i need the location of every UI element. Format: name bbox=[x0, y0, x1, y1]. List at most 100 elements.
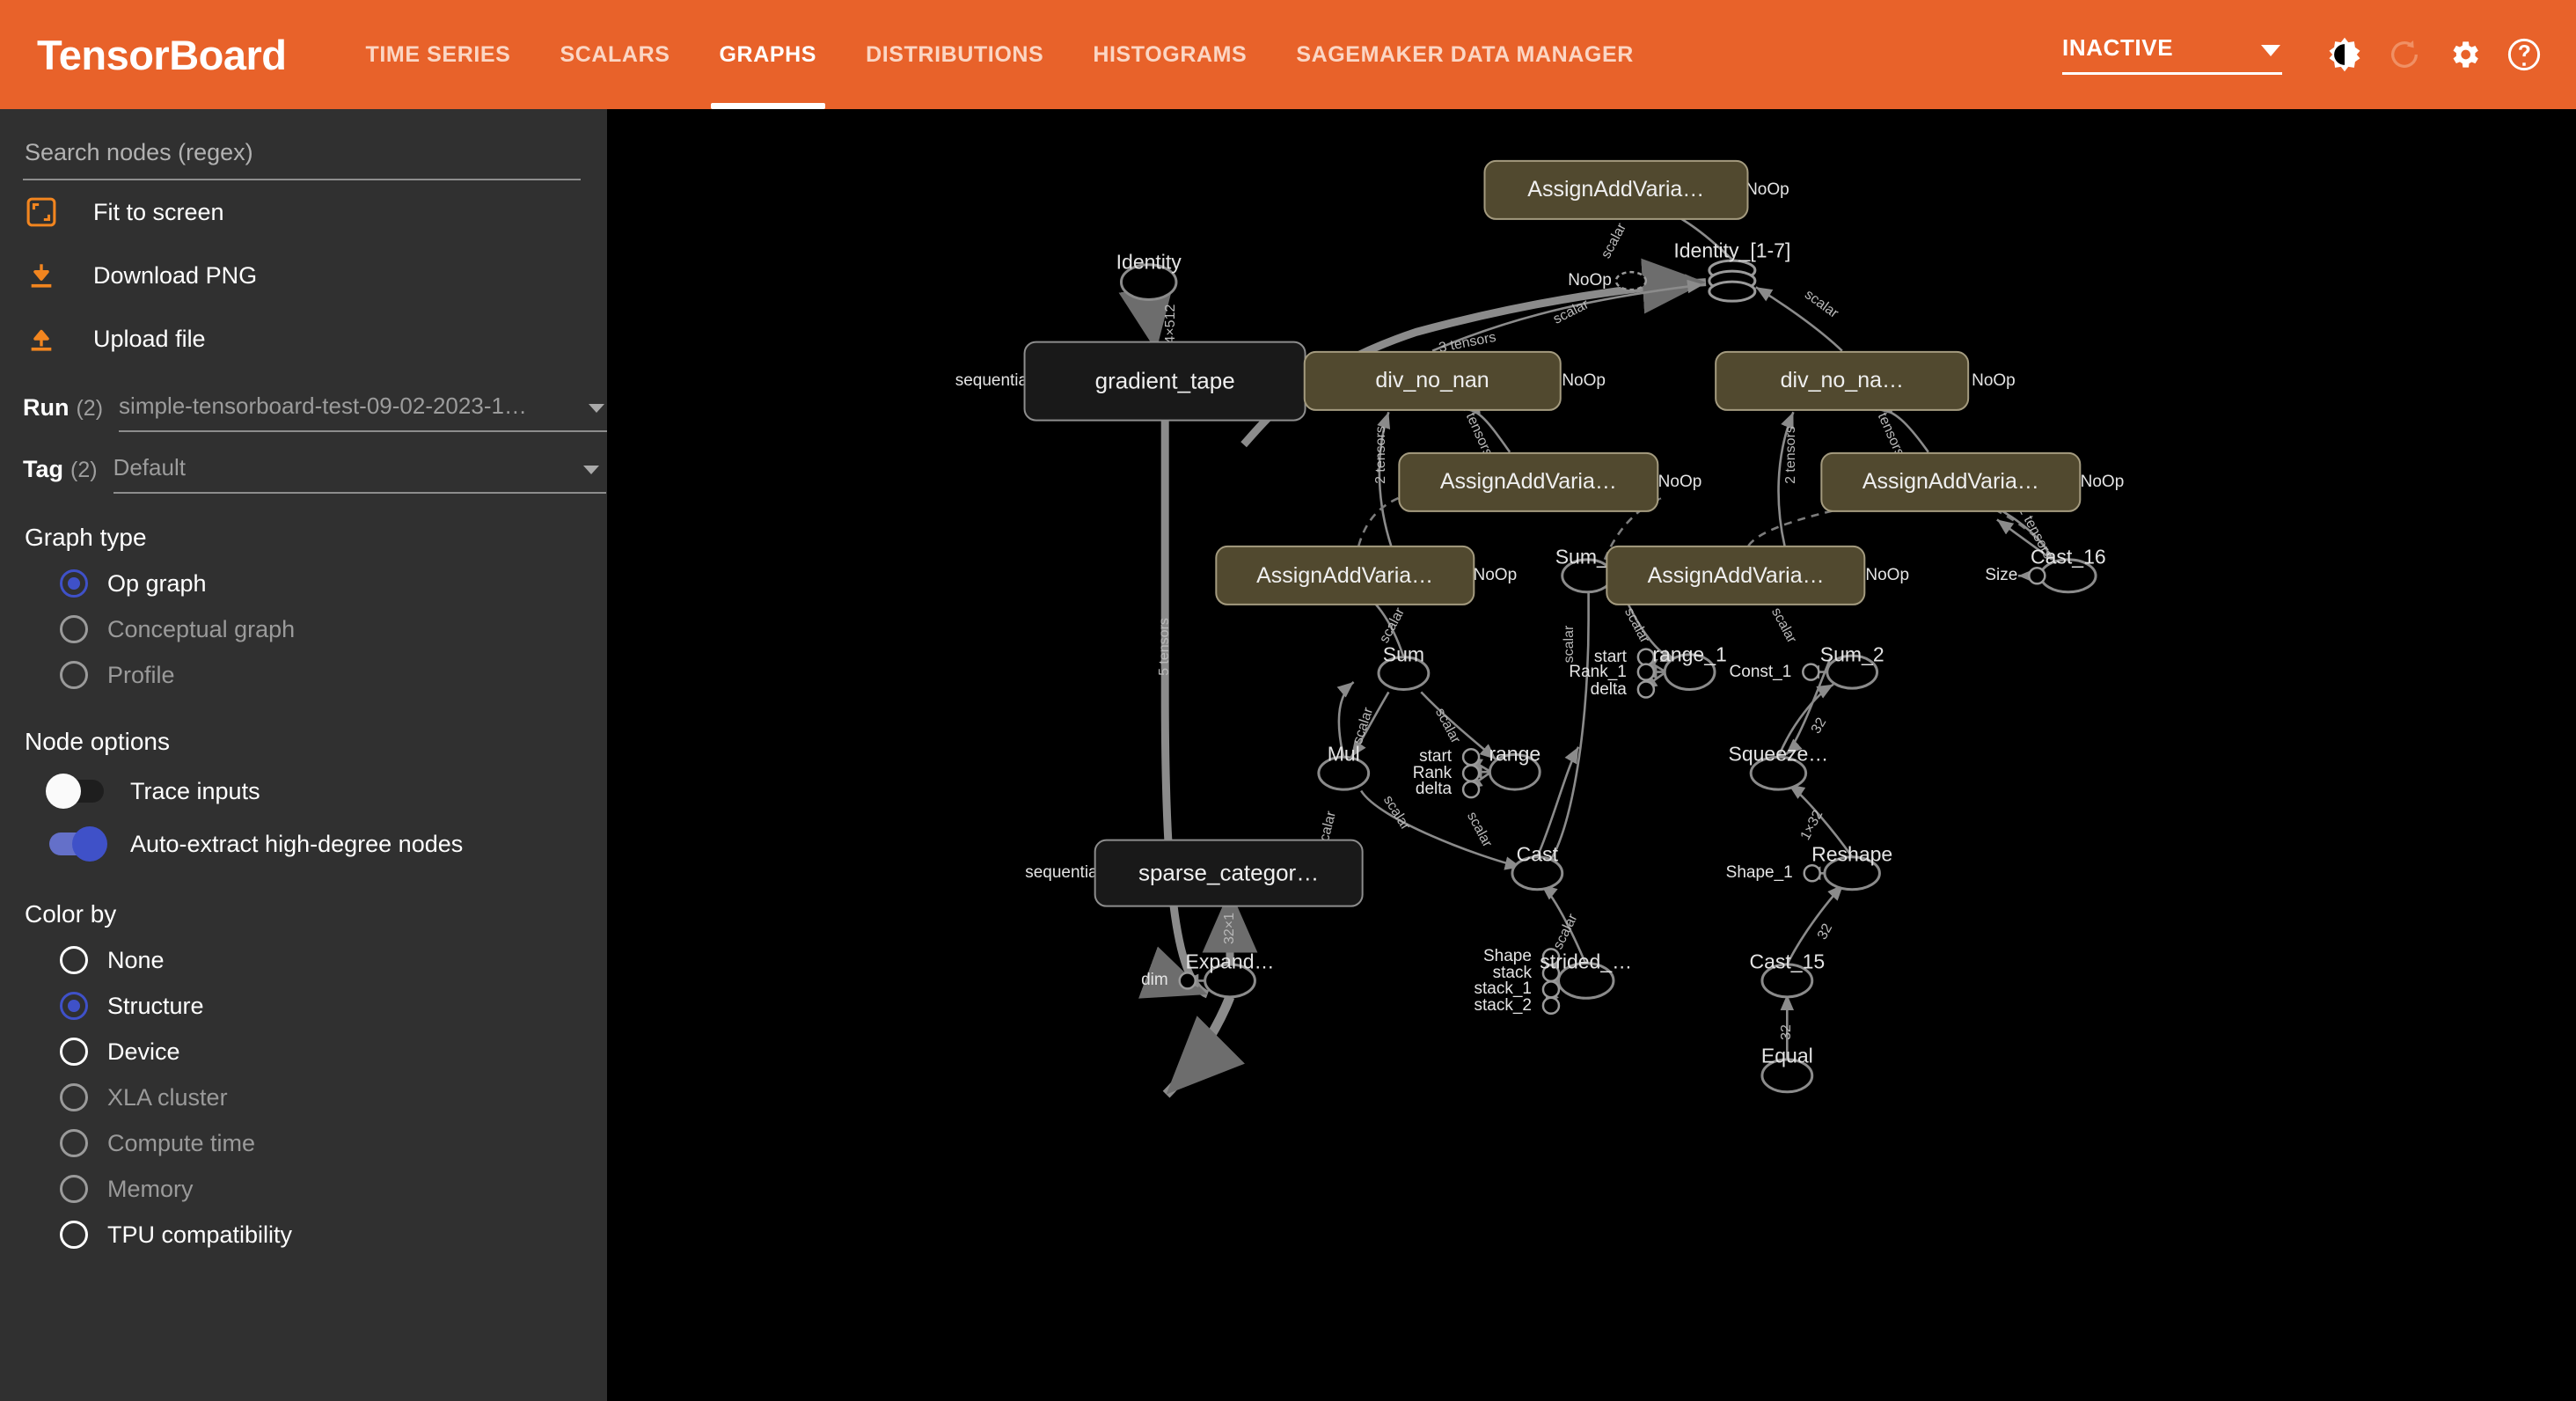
graph-node-label: AssignAddVaria… bbox=[1256, 562, 1434, 588]
radio-op-graph[interactable]: Op graph bbox=[23, 561, 584, 606]
radio-button[interactable] bbox=[60, 661, 88, 689]
radio-label: Compute time bbox=[107, 1129, 256, 1156]
tab-distributions[interactable]: DISTRIBUTIONS bbox=[841, 0, 1068, 109]
run-status-select[interactable]: INACTIVE bbox=[2062, 34, 2282, 75]
run-dropdown[interactable]: simple-tensorboard-test-09-02-2023-1… bbox=[119, 392, 612, 432]
chevron-down-icon bbox=[589, 404, 605, 413]
radio-label: Device bbox=[107, 1038, 180, 1065]
brightness-icon[interactable] bbox=[2324, 34, 2365, 75]
radio-button[interactable] bbox=[60, 946, 88, 974]
radio-none[interactable]: None bbox=[23, 937, 584, 983]
toggle-label: Auto-extract high-degree nodes bbox=[130, 830, 464, 857]
radio-device[interactable]: Device bbox=[23, 1029, 584, 1075]
radio-label: TPU compatibility bbox=[107, 1221, 293, 1248]
radio-button[interactable] bbox=[60, 992, 88, 1020]
search-row bbox=[23, 109, 584, 180]
action-download-png[interactable]: Download PNG bbox=[23, 244, 584, 307]
graph-node-label: AssignAddVaria… bbox=[1527, 177, 1705, 202]
tensorboard-app: TensorBoard TIME SERIES SCALARS GRAPHS DIST… bbox=[0, 0, 2576, 1401]
radio-memory[interactable]: Memory bbox=[23, 1166, 584, 1212]
color-by-options: None Structure Device XLA cluster Compute ti… bbox=[23, 937, 584, 1258]
graph-node-gradient-tape[interactable]: gradient_tape bbox=[1023, 341, 1306, 422]
graph-node-div-no-nan-1[interactable]: div_no_nan bbox=[1303, 350, 1562, 411]
toggle-switch[interactable] bbox=[46, 774, 104, 809]
fit-to-screen-icon bbox=[23, 197, 60, 227]
action-label: Fit to screen bbox=[93, 198, 224, 225]
action-upload-file[interactable]: Upload file bbox=[23, 307, 584, 370]
graph-type-title: Graph type bbox=[25, 524, 147, 551]
help-icon[interactable] bbox=[2504, 34, 2544, 75]
tag-selector-row[interactable]: Tag (2) Default bbox=[23, 436, 606, 494]
toggle-switch[interactable] bbox=[49, 826, 107, 862]
radio-label: Profile bbox=[107, 661, 175, 688]
node-options-toggles: Trace inputs Auto-extract high-degree nod… bbox=[23, 765, 584, 870]
chevron-down-icon bbox=[582, 466, 599, 474]
graph-node-label: AssignAddVaria… bbox=[1439, 469, 1617, 495]
graph-canvas[interactable]: Identity Identity_[1-7] Sum_1 Sum range_1 Sum… bbox=[607, 109, 2576, 1401]
download-icon bbox=[23, 260, 60, 290]
radio-label: None bbox=[107, 946, 165, 973]
radio-label: Structure bbox=[107, 992, 204, 1019]
radio-tpu-compatibility[interactable]: TPU compatibility bbox=[23, 1212, 584, 1258]
radio-button[interactable] bbox=[60, 1083, 88, 1111]
header-actions: INACTIVE bbox=[2062, 34, 2576, 75]
refresh-icon[interactable] bbox=[2384, 34, 2425, 75]
action-label: Upload file bbox=[93, 325, 206, 352]
radio-button[interactable] bbox=[60, 1175, 88, 1203]
run-status-value: INACTIVE bbox=[2062, 34, 2174, 61]
graph-node-assignadd-2[interactable]: AssignAddVaria… bbox=[1398, 451, 1659, 512]
gear-icon[interactable] bbox=[2444, 34, 2485, 75]
radio-profile[interactable]: Profile bbox=[23, 652, 584, 698]
radio-compute-time[interactable]: Compute time bbox=[23, 1120, 584, 1166]
radio-label: Memory bbox=[107, 1175, 194, 1202]
app-header: TensorBoard TIME SERIES SCALARS GRAPHS DIST… bbox=[0, 0, 2576, 109]
graph-node-label: gradient_tape bbox=[1094, 367, 1235, 394]
graph-node-label: AssignAddVaria… bbox=[1647, 562, 1825, 588]
tab-sagemaker-data-manager[interactable]: SAGEMAKER DATA MANAGER bbox=[1271, 0, 1658, 109]
toggle-auto-extract-high-degree-nodes[interactable]: Auto-extract high-degree nodes bbox=[23, 818, 584, 870]
graph-node-assignadd-top[interactable]: AssignAddVaria… bbox=[1483, 159, 1749, 220]
radio-button[interactable] bbox=[60, 1129, 88, 1157]
radio-button[interactable] bbox=[60, 615, 88, 643]
app-brand: TensorBoard bbox=[37, 31, 287, 78]
graph-node-div-no-nan-2[interactable]: div_no_na… bbox=[1714, 350, 1970, 411]
tab-scalars[interactable]: SCALARS bbox=[535, 0, 694, 109]
radio-conceptual-graph[interactable]: Conceptual graph bbox=[23, 606, 584, 652]
run-value: simple-tensorboard-test-09-02-2023-1… bbox=[119, 392, 527, 419]
graph-node-assignadd-3[interactable]: AssignAddVaria… bbox=[1820, 451, 2082, 512]
graph-svg bbox=[1041, 180, 2097, 1098]
graph-type-options: Op graph Conceptual graph Profile bbox=[23, 561, 584, 698]
chevron-down-icon bbox=[2261, 45, 2280, 56]
graph-node-label: AssignAddVaria… bbox=[1862, 469, 2039, 495]
radio-label: Op graph bbox=[107, 569, 207, 597]
graph-node-assignadd-5[interactable]: AssignAddVaria… bbox=[1606, 546, 1866, 606]
radio-xla-cluster[interactable]: XLA cluster bbox=[23, 1075, 584, 1120]
radio-structure[interactable]: Structure bbox=[23, 983, 584, 1029]
tag-underline bbox=[113, 492, 606, 494]
action-fit-to-screen[interactable]: Fit to screen bbox=[23, 180, 584, 244]
upload-icon bbox=[23, 324, 60, 354]
radio-label: XLA cluster bbox=[107, 1083, 228, 1111]
graph-node-assignadd-4[interactable]: AssignAddVaria… bbox=[1214, 546, 1475, 606]
main-tabs: TIME SERIES SCALARS GRAPHS DISTRIBUTIONS HIS… bbox=[341, 0, 1658, 109]
graph-node-label: div_no_na… bbox=[1780, 368, 1905, 393]
tag-label: Tag bbox=[23, 456, 63, 482]
node-options-title: Node options bbox=[25, 728, 171, 755]
tab-graphs[interactable]: GRAPHS bbox=[695, 0, 842, 109]
toggle-trace-inputs[interactable]: Trace inputs bbox=[23, 765, 584, 818]
radio-button[interactable] bbox=[60, 1221, 88, 1249]
run-selector-row[interactable]: Run (2) simple-tensorboard-test-09-02-20… bbox=[23, 374, 612, 432]
graph-node-label: div_no_nan bbox=[1375, 368, 1489, 393]
radio-button[interactable] bbox=[60, 569, 88, 598]
run-status-underline bbox=[2062, 72, 2282, 75]
search-input[interactable] bbox=[23, 139, 581, 180]
tag-count: (2) bbox=[70, 458, 98, 482]
tab-time-series[interactable]: TIME SERIES bbox=[341, 0, 536, 109]
radio-button[interactable] bbox=[60, 1038, 88, 1066]
tab-histograms[interactable]: HISTOGRAMS bbox=[1068, 0, 1271, 109]
graph-node-sparse-cat[interactable]: sparse_categor… bbox=[1094, 839, 1364, 907]
color-by-title: Color by bbox=[25, 900, 117, 928]
tag-dropdown[interactable]: Default bbox=[113, 454, 606, 494]
sidebar-actions: Fit to screen Download PNG Upload file bbox=[23, 180, 584, 370]
graph-node-label: sparse_categor… bbox=[1138, 859, 1320, 886]
